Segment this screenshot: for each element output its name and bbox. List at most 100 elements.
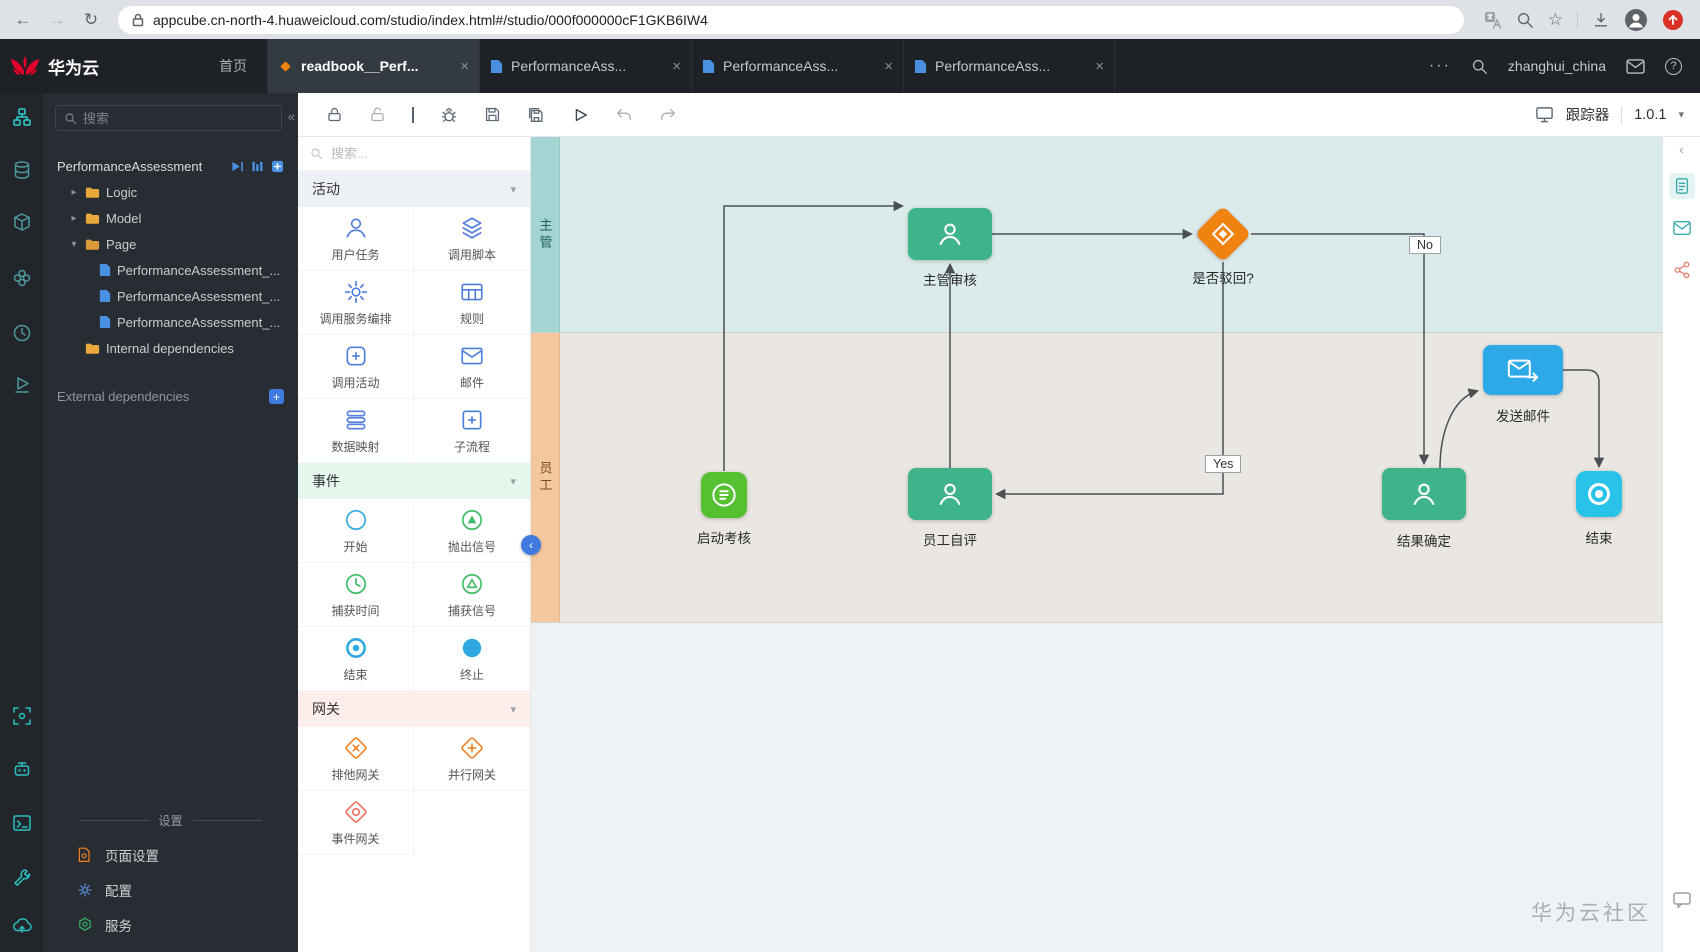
plugin-icon[interactable]: [0, 260, 43, 296]
mail-icon[interactable]: [1626, 58, 1645, 74]
tab-performance-1[interactable]: PerformanceAss... ×: [479, 39, 691, 93]
palette-item-call-script[interactable]: 调用脚本: [414, 207, 530, 271]
palette-item-data-mapping[interactable]: 数据映射: [298, 399, 414, 463]
address-bar[interactable]: appcube.cn-north-4.huaweicloud.com/studi…: [118, 5, 1464, 34]
app-structure-icon[interactable]: [0, 99, 43, 135]
tree-internal-dependencies[interactable]: Internal dependencies: [43, 335, 298, 361]
node-start-assessment[interactable]: [701, 472, 747, 518]
save-icon[interactable]: [484, 106, 501, 123]
timer-icon[interactable]: [0, 315, 43, 351]
tree-page-item[interactable]: PerformanceAssessment_...: [43, 309, 298, 335]
explorer-search[interactable]: [55, 105, 282, 131]
redo-icon[interactable]: [659, 106, 677, 124]
username[interactable]: zhanghui_china: [1508, 58, 1606, 74]
tab-close-icon[interactable]: ×: [460, 58, 469, 75]
palette-item-terminate-event[interactable]: 终止: [414, 627, 530, 691]
debug-icon[interactable]: [440, 106, 458, 124]
add-dependency-icon[interactable]: +: [269, 389, 284, 404]
lock-icon[interactable]: [326, 106, 343, 123]
tab-performance-3[interactable]: PerformanceAss... ×: [903, 39, 1115, 93]
config-item[interactable]: 配置: [43, 872, 298, 907]
palette-section-events[interactable]: 事件 ▾: [298, 463, 530, 499]
undo-icon[interactable]: [615, 106, 633, 124]
run-icon[interactable]: [571, 106, 589, 124]
find-zoom-icon[interactable]: [1516, 11, 1534, 29]
browser-update-icon[interactable]: [1662, 9, 1684, 31]
mail-panel-icon[interactable]: [1669, 215, 1695, 241]
service-item[interactable]: 服务: [43, 907, 298, 942]
caret-icon[interactable]: ▸: [69, 187, 79, 198]
tree-folder-page[interactable]: ▾ Page: [43, 231, 298, 257]
palette-item-call-orchestration[interactable]: 调用服务编排: [298, 271, 414, 335]
home-link[interactable]: 首页: [219, 56, 247, 76]
tab-close-icon[interactable]: ×: [884, 58, 893, 75]
site-lock-icon[interactable]: [132, 13, 144, 27]
palette-item-mail[interactable]: 邮件: [414, 335, 530, 399]
tree-project-root[interactable]: PerformanceAssessment: [43, 153, 298, 179]
palette-section-gateways[interactable]: 网关 ▾: [298, 691, 530, 727]
palette-item-end-event[interactable]: 结束: [298, 627, 414, 691]
node-supervisor-review[interactable]: [908, 208, 992, 260]
tab-readbook-perf[interactable]: readbook__Perf... ×: [267, 39, 479, 93]
node-end[interactable]: [1576, 471, 1622, 517]
profile-avatar-icon[interactable]: [1624, 8, 1648, 32]
cloud-upload-icon[interactable]: [0, 907, 43, 943]
tab-close-icon[interactable]: ×: [1095, 58, 1104, 75]
palette-item-rule[interactable]: 规则: [414, 271, 530, 335]
scan-icon[interactable]: [0, 698, 43, 734]
palette-item-event-gateway[interactable]: 事件网关: [298, 791, 414, 855]
browser-back-icon[interactable]: ←: [8, 5, 38, 35]
palette-search[interactable]: [298, 137, 530, 171]
palette-item-parallel-gateway[interactable]: 并行网关: [414, 727, 530, 791]
tree-folder-logic[interactable]: ▸ Logic: [43, 179, 298, 205]
tree-page-item[interactable]: PerformanceAssessment_...: [43, 257, 298, 283]
terminal-icon[interactable]: [0, 805, 43, 841]
node-result-confirm[interactable]: [1382, 468, 1466, 520]
project-columns-icon[interactable]: [251, 160, 264, 173]
tree-folder-model[interactable]: ▸ Model: [43, 205, 298, 231]
page-settings-item[interactable]: 页面设置: [43, 837, 298, 872]
package-icon[interactable]: [0, 204, 43, 240]
version-dropdown-icon[interactable]: ▾: [1678, 108, 1684, 121]
caret-icon[interactable]: ▸: [69, 213, 79, 224]
tab-close-icon[interactable]: ×: [672, 58, 681, 75]
palette-collapse-icon[interactable]: ‹: [521, 535, 541, 555]
palette-section-activities[interactable]: 活动 ▾: [298, 171, 530, 207]
download-icon[interactable]: [1592, 11, 1610, 29]
robot-icon[interactable]: [0, 751, 43, 787]
explorer-search-input[interactable]: [83, 110, 273, 126]
browser-refresh-icon[interactable]: ↻: [76, 5, 106, 35]
feedback-icon[interactable]: [1672, 890, 1692, 910]
palette-item-catch-signal[interactable]: 捕获信号: [414, 563, 530, 627]
flow-canvas[interactable]: 主管 员工 启动考核 主管审核 是否驳回? 员工自评 发送邮件 结果确定 结束 …: [531, 137, 1662, 952]
palette-item-call-activity[interactable]: 调用活动: [298, 335, 414, 399]
tree-page-item[interactable]: PerformanceAssessment_...: [43, 283, 298, 309]
more-tabs-icon[interactable]: ···: [1429, 57, 1451, 75]
tools-wrench-icon[interactable]: [0, 859, 43, 895]
collapse-right-icon[interactable]: ‹: [1679, 141, 1684, 157]
help-icon[interactable]: ?: [1665, 57, 1682, 75]
external-dependencies-row[interactable]: External dependencies +: [43, 389, 298, 404]
palette-search-input[interactable]: [331, 146, 518, 161]
translate-icon[interactable]: [1484, 11, 1502, 29]
header-search-icon[interactable]: [1471, 58, 1488, 75]
tracker-button[interactable]: 跟踪器: [1566, 104, 1610, 125]
share-panel-icon[interactable]: [1669, 257, 1695, 283]
caret-icon[interactable]: ▾: [69, 239, 79, 250]
properties-panel-icon[interactable]: [1668, 173, 1695, 199]
browser-forward-icon[interactable]: →: [42, 5, 72, 35]
collapse-explorer-icon[interactable]: «: [288, 109, 295, 124]
unlock-icon[interactable]: [369, 106, 386, 123]
debug-run-icon[interactable]: [0, 367, 43, 403]
palette-item-user-task[interactable]: 用户任务: [298, 207, 414, 271]
save-all-icon[interactable]: [527, 106, 545, 124]
version-label[interactable]: 1.0.1: [1634, 107, 1666, 123]
bookmark-star-icon[interactable]: ☆: [1548, 10, 1563, 30]
palette-item-catch-timer[interactable]: 捕获时间: [298, 563, 414, 627]
node-self-evaluation[interactable]: [908, 468, 992, 520]
tab-performance-2[interactable]: PerformanceAss... ×: [691, 39, 903, 93]
node-send-mail[interactable]: [1483, 345, 1563, 395]
palette-item-throw-signal[interactable]: 抛出信号: [414, 499, 530, 563]
palette-item-start-event[interactable]: 开始: [298, 499, 414, 563]
palette-item-exclusive-gateway[interactable]: 排他网关: [298, 727, 414, 791]
